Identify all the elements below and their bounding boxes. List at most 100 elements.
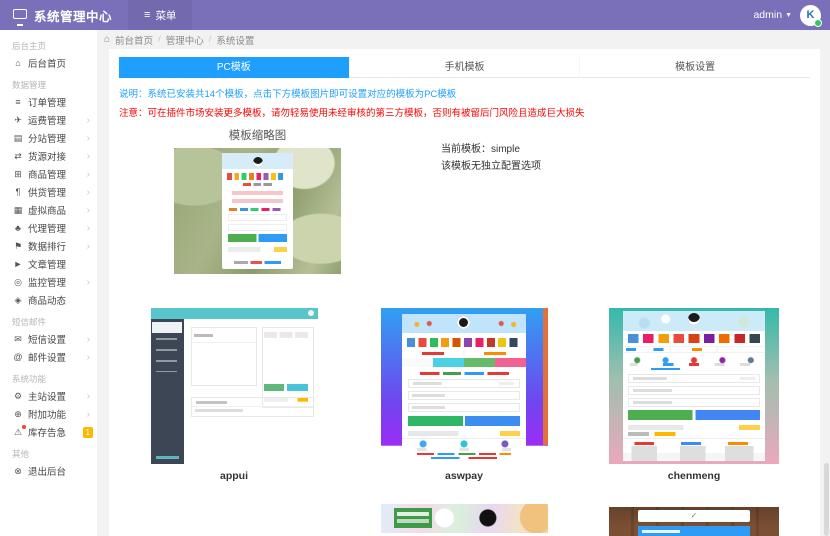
warning-notice: 注意：可在插件市场安装更多模板，请勿轻易使用未经审核的第三方模板，否则有被留后门… <box>119 105 810 119</box>
mock-blue-bar <box>638 526 750 536</box>
template-thumbnail-aswpay[interactable] <box>381 308 548 464</box>
chevron-down-icon: ▼ <box>785 12 792 19</box>
topbar: 系统管理中心 ≡ 菜单 admin ▼ K <box>0 0 830 30</box>
sidebar-item-label: 供货管理 <box>28 185 87 199</box>
template-card: ✓ <box>579 504 809 536</box>
sidebar-item-stock-alert[interactable]: ⚠库存告急1 <box>0 423 97 441</box>
sidebar-item-sms[interactable]: ✉短信设置› <box>0 330 97 348</box>
main-area: ⌂ 前台首页/管理中心/系统设置 PC模板手机模板模板设置 说明：系统已安装共1… <box>97 30 830 536</box>
mock-red-notice-2 <box>232 199 283 203</box>
plus-icon: ⊕ <box>12 409 24 420</box>
mock-sidebar-active-item <box>152 322 182 333</box>
tab-mobile-template[interactable]: 手机模板 <box>349 57 580 78</box>
sidebar: 后台主页⌂后台首页数据管理≡订单管理✈运费管理›▤分站管理›⇄货源对接›⊞商品管… <box>0 30 97 536</box>
sidebar-item-label: 分站管理 <box>28 131 87 145</box>
breadcrumb: ⌂ 前台首页/管理中心/系统设置 <box>97 30 830 49</box>
users-icon: ♣ <box>12 223 24 233</box>
cart-icon: ⊞ <box>12 169 24 180</box>
scrollbar-thumb[interactable] <box>824 463 829 536</box>
mock-input-row-1 <box>228 214 287 221</box>
chevron-right-icon: › <box>87 169 90 180</box>
sidebar-item-substation[interactable]: ▤分站管理› <box>0 129 97 147</box>
chevron-right-icon: › <box>87 205 90 216</box>
order-list-icon: ≡ <box>12 97 24 107</box>
sidebar-item-goods[interactable]: ⊞ 商品管理› <box>0 165 97 183</box>
sidebar-item-virtual-goods[interactable]: ▦虚拟商品› <box>0 201 97 219</box>
breadcrumb-item[interactable]: 前台首页 <box>115 33 153 47</box>
hamburger-icon: ≡ <box>144 9 150 21</box>
mock-input-row-1 <box>408 379 519 388</box>
monitor-icon <box>13 9 27 19</box>
template-card-empty <box>119 504 349 536</box>
chevron-right-icon: › <box>87 334 90 345</box>
app-logo[interactable]: 系统管理中心 <box>0 6 128 25</box>
topbar-menu-label: 菜单 <box>155 8 176 23</box>
storefront-card <box>222 153 292 269</box>
supplier-icon: ¶ <box>12 187 24 197</box>
mock-app-icons-row <box>407 338 521 347</box>
sidebar-item-mail[interactable]: @邮件设置› <box>0 348 97 366</box>
avatar[interactable]: K <box>800 5 821 26</box>
paper-plane-icon: ► <box>12 259 24 269</box>
breadcrumb-separator: / <box>209 34 212 45</box>
sidebar-item-home[interactable]: ⌂后台首页 <box>0 54 97 72</box>
home-icon: ⌂ <box>104 34 110 45</box>
sidebar-item-label: 代理管理 <box>28 221 87 235</box>
sidebar-section-label: 其他 <box>0 441 97 462</box>
template-tabs: PC模板手机模板模板设置 <box>119 57 810 78</box>
current-template-preview-image[interactable] <box>174 148 341 274</box>
sidebar-item-label: 后台首页 <box>28 56 97 70</box>
sidebar-item-addons[interactable]: ⊕附加功能› <box>0 405 97 423</box>
gear-icon: ⚙ <box>12 391 24 402</box>
mock-site-card <box>402 314 526 461</box>
mock-table-title <box>628 432 759 436</box>
sidebar-section-label: 系统功能 <box>0 366 97 387</box>
sidebar-item-label: 商品动态 <box>28 293 97 307</box>
sidebar-item-label: 商品管理 <box>28 167 87 181</box>
mock-tab-strip <box>402 358 526 367</box>
sms-icon: ✉ <box>12 334 24 345</box>
mock-red-text-line <box>420 372 509 375</box>
mock-search-bar: ✓ <box>638 510 750 522</box>
template-thumbnail-partial-1[interactable] <box>381 504 548 533</box>
breadcrumb-item[interactable]: 管理中心 <box>166 33 204 47</box>
link-icon: ⇄ <box>12 151 24 162</box>
topbar-menu-button[interactable]: ≡ 菜单 <box>128 0 192 30</box>
tab-template-settings[interactable]: 模板设置 <box>579 57 810 78</box>
sidebar-item-article[interactable]: ►文章管理 <box>0 255 97 273</box>
mock-red-notice-1 <box>232 191 283 195</box>
sidebar-item-label: 监控管理 <box>28 275 87 289</box>
template-grid: appui <box>119 308 810 482</box>
sidebar-item-shipping[interactable]: ✈运费管理› <box>0 111 97 129</box>
sidebar-item-ranking[interactable]: ⚑数据排行› <box>0 237 97 255</box>
sidebar-item-label: 附加功能 <box>28 407 87 421</box>
sidebar-item-site-settings[interactable]: ⚙主站设置› <box>0 387 97 405</box>
sidebar-item-agent[interactable]: ♣代理管理› <box>0 219 97 237</box>
mock-right-panel <box>262 327 314 408</box>
mock-site-card <box>623 311 766 461</box>
template-thumbnail-chenmeng[interactable] <box>609 308 779 464</box>
bell-icon: ◈ <box>12 295 24 306</box>
current-template-column: 模板缩略图 <box>174 127 341 274</box>
breadcrumb-item[interactable]: 系统设置 <box>216 33 254 47</box>
sidebar-item-label: 主站设置 <box>28 389 87 403</box>
template-card: appui <box>119 308 349 482</box>
template-name: aswpay <box>445 470 483 482</box>
mock-buttons-row <box>408 416 519 426</box>
sidebar-item-goods-activity[interactable]: ◈ 商品动态 <box>0 291 97 309</box>
mock-table-header <box>623 438 766 445</box>
mock-left-panel <box>191 327 258 386</box>
tab-pc-template[interactable]: PC模板 <box>119 57 349 78</box>
mock-input-row-2 <box>228 224 287 231</box>
sidebar-item-logout[interactable]: ⊗退出后台 <box>0 462 97 480</box>
sidebar-item-supplier[interactable]: ¶供货管理› <box>0 183 97 201</box>
sidebar-item-label: 订单管理 <box>28 95 97 109</box>
user-dropdown[interactable]: admin ▼ <box>753 9 792 21</box>
sidebar-item-monitor[interactable]: ◎监控管理› <box>0 273 97 291</box>
sidebar-item-orders[interactable]: ≡ 订单管理 <box>0 93 97 111</box>
template-thumbnail-appui[interactable] <box>151 308 318 464</box>
sidebar-item-supply-link[interactable]: ⇄货源对接› <box>0 147 97 165</box>
camera-icon: ◎ <box>12 277 24 288</box>
mock-orange-stripe <box>543 308 547 445</box>
template-thumbnail-partial-2[interactable]: ✓ <box>609 507 779 536</box>
